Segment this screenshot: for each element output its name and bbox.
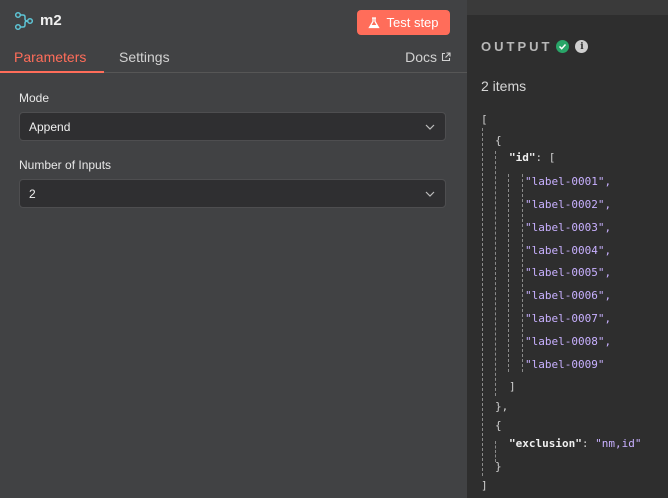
json-bracket: [ [481,113,488,126]
indent-guide [495,441,496,462]
indent-guide [508,174,509,372]
json-string: "label-0007", [525,312,612,325]
output-top-bar [467,0,668,15]
indent-guide [495,151,496,396]
chevron-down-icon [425,124,435,130]
json-key-exclusion: "exclusion" [509,437,582,450]
json-brace: { [495,134,502,147]
chevron-down-icon [425,191,435,197]
mode-value: Append [29,119,71,134]
check-circle-icon [556,40,570,53]
mode-select[interactable]: Append [19,112,446,141]
tab-parameters[interactable]: Parameters [14,49,86,65]
tabs-bar: Parameters Settings Docs [0,44,467,73]
output-title: OUTPUT [481,39,553,54]
docs-label: Docs [405,49,437,65]
items-count: 2 items [481,78,527,94]
json-string: "label-0008", [525,335,612,348]
docs-link[interactable]: Docs [405,49,451,65]
json-brace: }, [495,400,509,413]
number-of-inputs-label: Number of Inputs [19,158,112,172]
parameters-panel: m2 Test step Parameters Settings Docs Mo… [0,0,467,498]
json-string: "nm,id" [595,437,642,450]
merge-node-icon [14,11,34,31]
json-brace: { [495,419,502,432]
json-bracket: ] [481,479,488,492]
json-line-exclusion: "exclusion": "nm,id" [509,437,641,450]
test-step-label: Test step [386,15,439,30]
json-key-id: "id" [509,151,536,164]
json-string: "label-0004", [525,244,612,257]
number-of-inputs-select[interactable]: 2 [19,179,446,208]
info-icon[interactable]: i [575,40,589,53]
test-step-button[interactable]: Test step [357,10,450,35]
active-tab-indicator [0,71,104,73]
json-line-id: "id": [ [509,151,555,164]
json-brace: } [495,460,502,473]
output-panel: OUTPUT i 2 items [ { "id": [ "label-0001… [467,0,668,498]
json-string: "label-0005", [525,266,612,279]
node-header: m2 Test step [0,0,467,44]
json-string: "label-0002", [525,198,612,211]
json-string: "label-0006", [525,289,612,302]
flask-icon [368,16,381,28]
json-string: "label-0001", [525,175,612,188]
json-bracket: ] [509,380,516,393]
tab-settings[interactable]: Settings [119,49,170,65]
indent-guide [522,174,523,372]
indent-guide [482,128,483,476]
external-link-icon [441,52,451,62]
mode-label: Mode [19,91,50,105]
json-string: "label-0009" [525,358,605,371]
number-of-inputs-value: 2 [29,186,36,201]
node-title[interactable]: m2 [40,12,62,29]
json-punct: : [ [535,151,556,164]
json-punct: : [581,437,589,450]
output-heading: OUTPUT i [481,39,589,54]
json-string: "label-0003", [525,221,612,234]
